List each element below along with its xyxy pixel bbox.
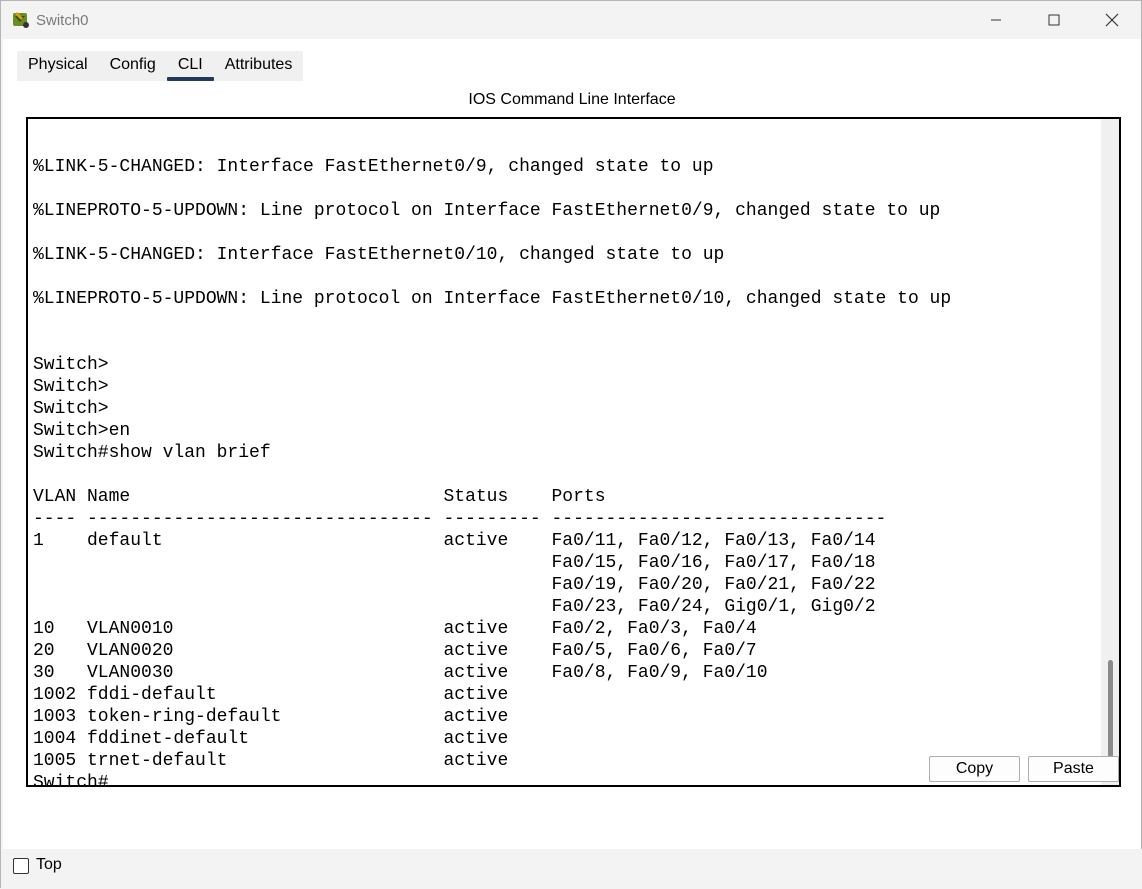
terminal-line: %LINEPROTO-5-UPDOWN: Line protocol on In… — [33, 289, 952, 309]
app-icon — [13, 12, 29, 28]
bottom-bar — [1, 849, 1142, 889]
terminal-line: 30 VLAN0030 active Fa0/8, Fa0/9, Fa0/10 — [33, 663, 768, 683]
terminal-line: %LINEPROTO-5-UPDOWN: Line protocol on In… — [33, 201, 941, 221]
close-icon — [1105, 13, 1119, 27]
tab-bar: Physical Config CLI Attributes — [17, 51, 304, 81]
terminal-line: Switch>en — [33, 421, 131, 441]
terminal-line: Fa0/15, Fa0/16, Fa0/17, Fa0/18 — [33, 553, 876, 573]
close-button[interactable] — [1083, 1, 1141, 39]
terminal-line: Switch> — [33, 355, 109, 375]
terminal-line: Fa0/19, Fa0/20, Fa0/21, Fa0/22 — [33, 575, 876, 595]
terminal-line: 1003 token-ring-default active — [33, 707, 552, 727]
minimize-button[interactable] — [967, 1, 1025, 39]
minimize-icon — [991, 19, 1001, 21]
copy-button[interactable]: Copy — [929, 756, 1020, 782]
tab-attributes[interactable]: Attributes — [213, 51, 304, 81]
content-pane: Physical Config CLI Attributes IOS Comma… — [3, 39, 1141, 849]
terminal-line: 1 default active Fa0/11, Fa0/12, Fa0/13,… — [33, 531, 876, 551]
cli-terminal[interactable]: %LINK-5-CHANGED: Interface FastEthernet0… — [26, 117, 1121, 787]
paste-button[interactable]: Paste — [1028, 756, 1119, 782]
tab-config[interactable]: Config — [98, 51, 167, 81]
window-title: Switch0 — [36, 12, 89, 29]
switch-window: Switch0 Physical Config CLI Attributes I… — [0, 0, 1142, 889]
top-checkbox-label[interactable]: Top — [36, 856, 62, 874]
tab-cli[interactable]: CLI — [166, 51, 214, 81]
terminal-line: Switch#show vlan brief — [33, 443, 271, 463]
top-checkbox[interactable] — [13, 858, 29, 874]
terminal-line: VLAN Name Status Ports — [33, 487, 606, 507]
terminal-line: Switch> — [33, 399, 109, 419]
maximize-button[interactable] — [1025, 1, 1083, 39]
tab-physical[interactable]: Physical — [17, 51, 99, 81]
maximize-icon — [1048, 14, 1060, 26]
terminal-scrollbar[interactable] — [1101, 119, 1119, 785]
terminal-line: Switch> — [33, 377, 109, 397]
terminal-line: ---- -------------------------------- --… — [33, 509, 887, 529]
cli-heading: IOS Command Line Interface — [468, 91, 676, 108]
terminal-line: 1004 fddinet-default active — [33, 729, 552, 749]
terminal-line: 1002 fddi-default active — [33, 685, 552, 705]
title-bar[interactable]: Switch0 — [1, 1, 1141, 39]
terminal-line: 20 VLAN0020 active Fa0/5, Fa0/6, Fa0/7 — [33, 641, 757, 661]
terminal-line: 10 VLAN0010 active Fa0/2, Fa0/3, Fa0/4 — [33, 619, 757, 639]
scrollbar-thumb[interactable] — [1108, 660, 1113, 764]
terminal-line: Fa0/23, Fa0/24, Gig0/1, Gig0/2 — [33, 597, 876, 617]
terminal-line: %LINK-5-CHANGED: Interface FastEthernet0… — [33, 157, 714, 177]
terminal-line: %LINK-5-CHANGED: Interface FastEthernet0… — [33, 245, 725, 265]
terminal-output[interactable]: %LINK-5-CHANGED: Interface FastEthernet0… — [33, 119, 1099, 785]
